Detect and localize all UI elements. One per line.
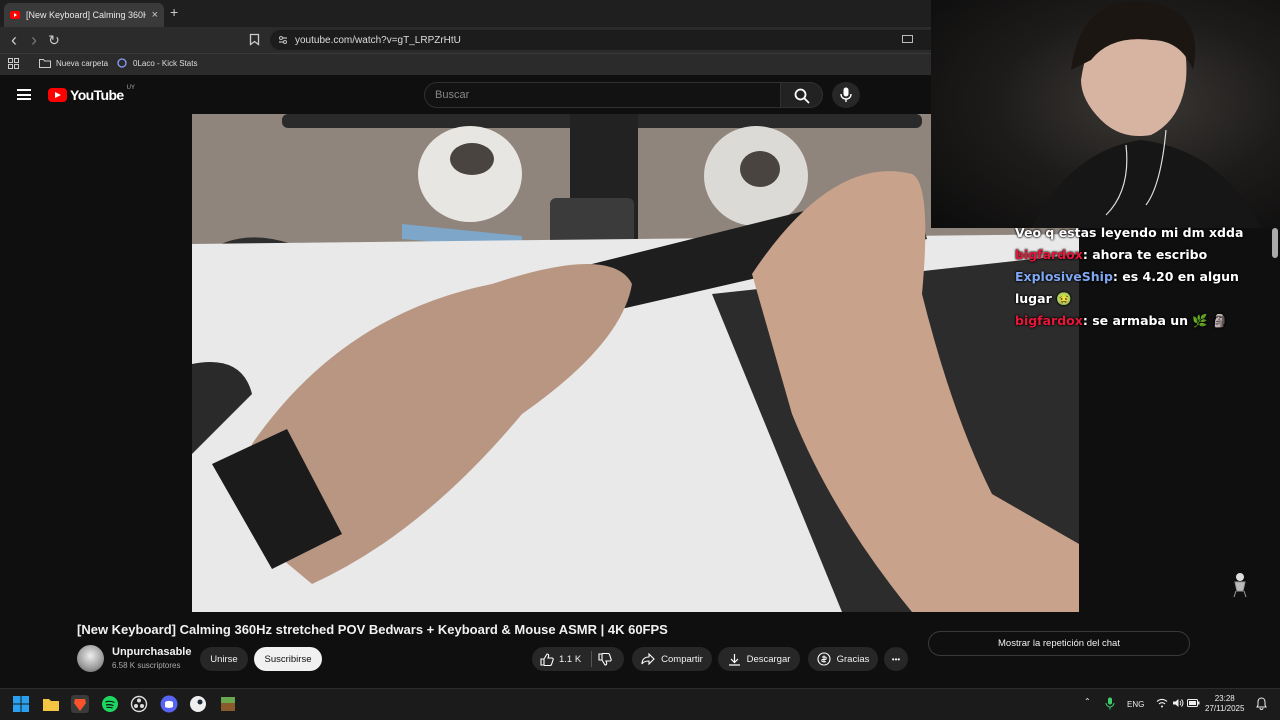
- url-text: youtube.com/watch?v=gT_LRPZrHtU: [295, 34, 461, 46]
- replay-chat-label: Mostrar la repetición del chat: [998, 638, 1120, 649]
- search-input[interactable]: Buscar: [424, 82, 781, 108]
- divider: [591, 651, 593, 667]
- dislike-button[interactable]: [598, 652, 612, 666]
- search-icon: [794, 88, 810, 104]
- battery-icon[interactable]: [1187, 698, 1200, 708]
- volume-icon[interactable]: [1172, 698, 1184, 708]
- download-button[interactable]: Descargar: [718, 647, 800, 671]
- cast-icon[interactable]: [902, 35, 913, 44]
- voice-search-button[interactable]: [832, 82, 860, 108]
- chat-username: bigfardox: [1015, 313, 1083, 328]
- show-chat-replay-button[interactable]: Mostrar la repetición del chat: [928, 631, 1190, 656]
- video-title: [New Keyboard] Calming 360Hz stretched P…: [77, 622, 668, 637]
- youtube-wordmark: YouTube: [70, 87, 124, 103]
- join-label: Unirse: [210, 653, 238, 665]
- subscriber-count: 6.58 K suscriptores: [112, 661, 181, 670]
- minecraft-icon[interactable]: [219, 695, 237, 713]
- brave-icon[interactable]: [71, 695, 89, 713]
- chat-message: ExplosiveShip: es 4.20 en algun lugar 🤢: [1015, 269, 1239, 306]
- share-label: Compartir: [661, 653, 703, 665]
- search-button[interactable]: [781, 82, 823, 108]
- more-icon: •••: [891, 654, 901, 664]
- search-placeholder: Buscar: [435, 89, 470, 101]
- bookmark-nueva-carpeta[interactable]: Nueva carpeta: [39, 58, 108, 68]
- apps-grid-icon[interactable]: [8, 58, 19, 69]
- bookmark-label: 0Laco - Kick Stats: [133, 58, 198, 68]
- wifi-icon[interactable]: [1156, 698, 1168, 708]
- share-icon: [641, 653, 655, 665]
- subscribe-button[interactable]: Suscribirse: [254, 647, 322, 671]
- webcam-overlay: [931, 0, 1280, 228]
- spotify-icon[interactable]: [101, 695, 119, 713]
- webcam-feed: [1031, 1, 1261, 228]
- language-indicator[interactable]: ENG: [1127, 700, 1144, 709]
- system-clock[interactable]: 23:28 27/11/2025: [1205, 694, 1244, 714]
- more-actions-button[interactable]: •••: [884, 647, 908, 671]
- like-button[interactable]: 1.1 K: [540, 652, 582, 666]
- chat-message-text: se armaba un 🌿 🗿: [1092, 313, 1228, 328]
- address-bar[interactable]: youtube.com/watch?v=gT_LRPZrHtU: [270, 30, 931, 50]
- chat-username: ExplosiveShip: [1015, 269, 1113, 284]
- reload-button[interactable]: ↻: [46, 31, 62, 49]
- windows-start-icon[interactable]: [12, 695, 30, 713]
- download-label: Descargar: [746, 653, 791, 665]
- site-settings-icon[interactable]: [278, 35, 288, 45]
- discord-icon[interactable]: [160, 695, 178, 713]
- share-button[interactable]: Compartir: [632, 647, 712, 671]
- youtube-logo[interactable]: YouTube UY: [48, 85, 135, 103]
- chat-message: bigfardox: se armaba un 🌿 🗿: [1015, 313, 1228, 328]
- channel-name[interactable]: Unpurchasable: [112, 646, 191, 658]
- chat-username: bigfardox: [1015, 247, 1083, 262]
- bookmark-icon[interactable]: [249, 33, 260, 46]
- folder-icon: [39, 59, 51, 68]
- bookmark-label: Nueva carpeta: [56, 58, 109, 68]
- download-icon: [728, 653, 740, 666]
- country-code: UY: [126, 85, 135, 91]
- channel-avatar[interactable]: [77, 645, 104, 672]
- steam-icon[interactable]: [189, 695, 207, 713]
- obs-icon[interactable]: [130, 695, 148, 713]
- sprite-character-icon: [1233, 573, 1247, 598]
- chat-message: Veo q estas leyendo mi dm xdda: [1015, 222, 1270, 244]
- thanks-button[interactable]: Gracias: [808, 647, 878, 671]
- super-thanks-icon: [817, 652, 831, 666]
- youtube-play-icon: [48, 88, 67, 102]
- menu-icon[interactable]: [17, 89, 31, 100]
- back-button[interactable]: ‹: [6, 31, 22, 49]
- tab-close-icon[interactable]: ×: [152, 9, 158, 21]
- like-count: 1.1 K: [559, 653, 582, 665]
- clock-date: 27/11/2025: [1205, 704, 1245, 713]
- bookmark-kick-stats[interactable]: 0Laco - Kick Stats: [117, 58, 197, 68]
- notification-bell-icon[interactable]: [1256, 697, 1267, 710]
- chat-overlay: Veo q estas leyendo mi dm xdda bigfardox…: [1015, 222, 1270, 332]
- thanks-label: Gracias: [836, 653, 870, 665]
- microphone-icon: [840, 87, 852, 102]
- chat-scrollbar[interactable]: [1272, 228, 1278, 258]
- new-tab-button[interactable]: +: [170, 4, 178, 20]
- show-hidden-icons-button[interactable]: ⌃: [1084, 697, 1091, 706]
- join-button[interactable]: Unirse: [200, 647, 248, 671]
- thumbs-up-icon: [540, 652, 554, 666]
- tab-title: [New Keyboard] Calming 360Hz: [26, 10, 146, 20]
- clock-time: 23:28: [1214, 694, 1235, 703]
- subscribe-label: Suscribirse: [264, 653, 312, 665]
- youtube-favicon-icon: [10, 11, 20, 19]
- chat-message: bigfardox: ahora te escribo: [1015, 247, 1208, 262]
- microphone-tray-icon[interactable]: [1105, 697, 1115, 710]
- kick-icon: [117, 58, 127, 68]
- forward-button[interactable]: ›: [26, 31, 42, 49]
- browser-tab-youtube[interactable]: [New Keyboard] Calming 360Hz ×: [4, 3, 164, 27]
- chat-message-text: ahora te escribo: [1092, 247, 1208, 262]
- chat-message-text: Veo q estas leyendo mi dm xdda: [1015, 225, 1244, 240]
- file-explorer-icon[interactable]: [42, 695, 60, 713]
- like-dislike-group: 1.1 K: [532, 647, 624, 671]
- thumbs-down-icon: [598, 652, 612, 666]
